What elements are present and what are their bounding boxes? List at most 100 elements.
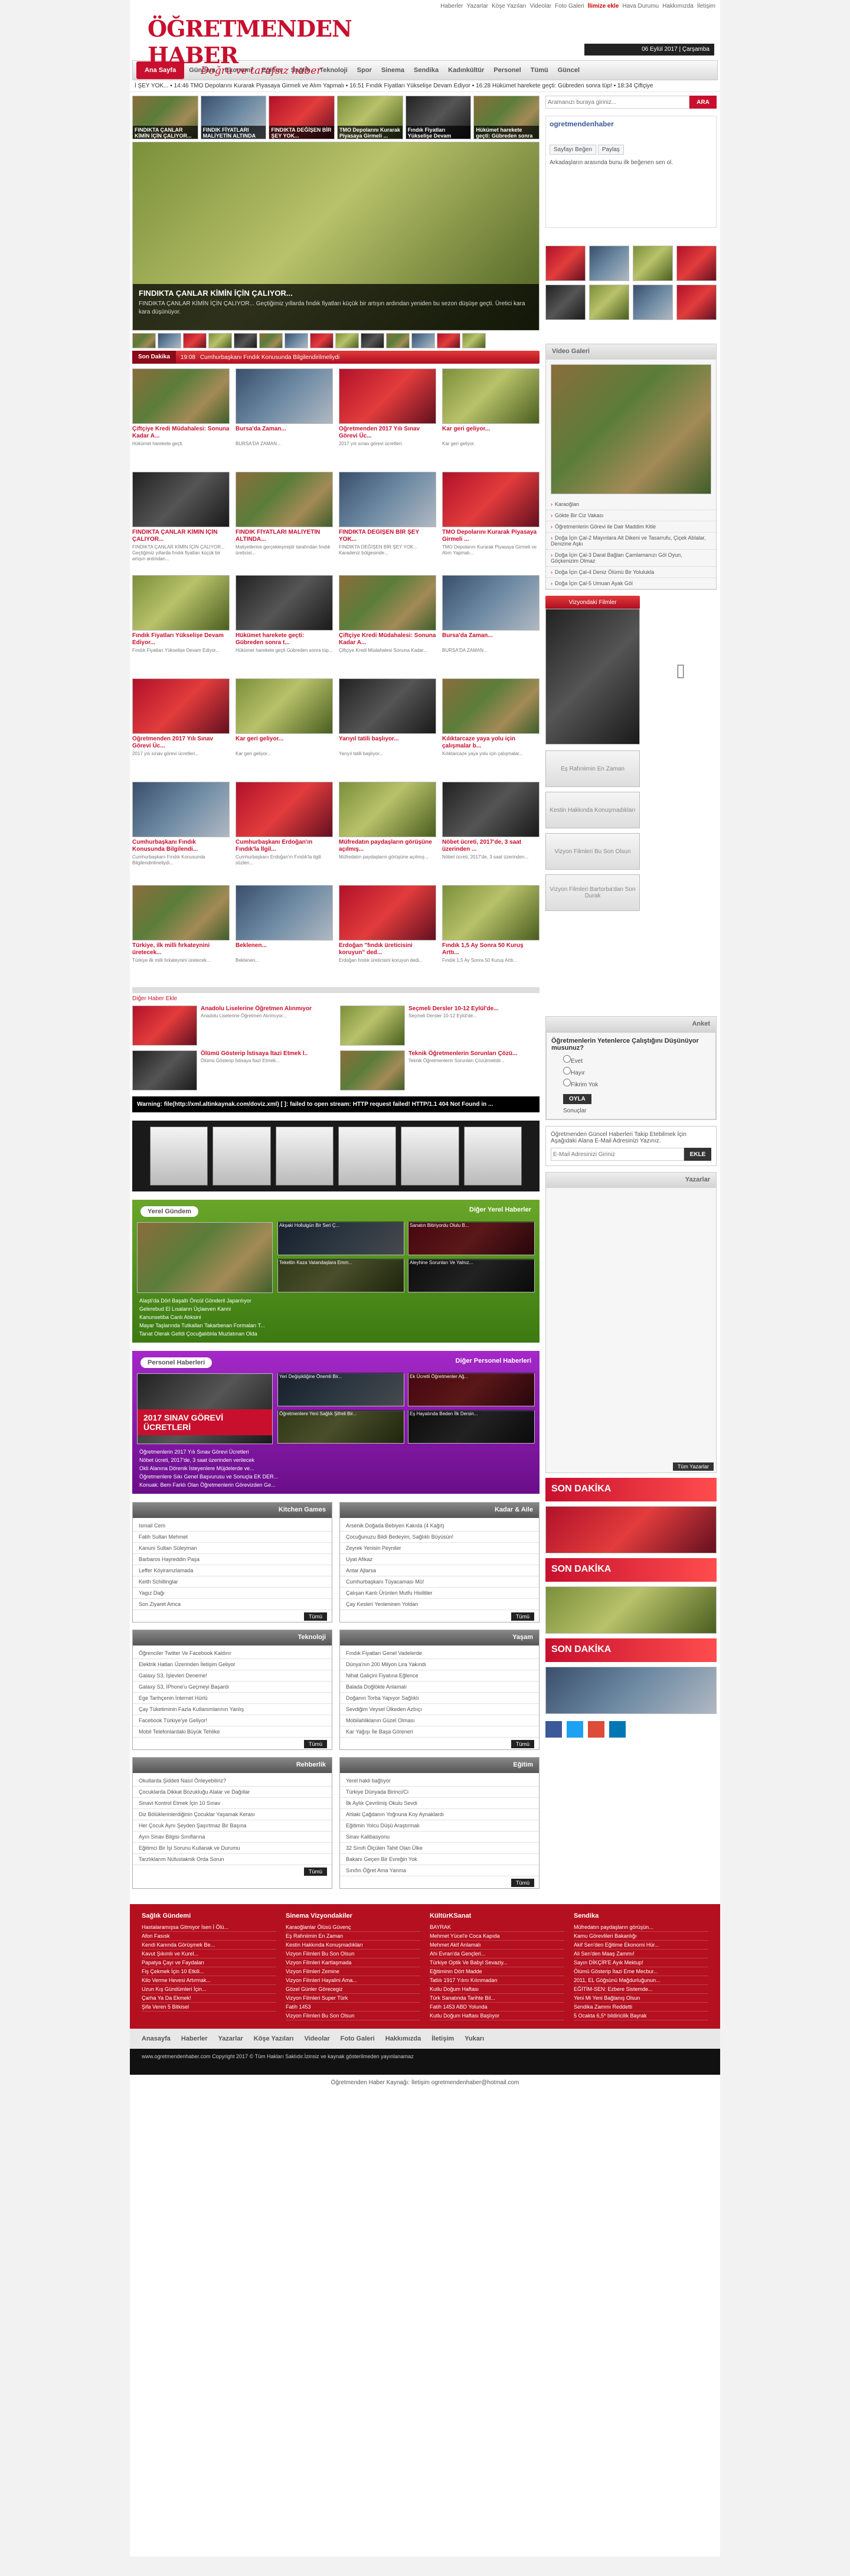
footer-link[interactable]: Fatih 1453 ABD Yolunda [430,2003,564,2012]
category-item[interactable]: Sınıfın Öğret Ama Yanma [340,1865,539,1876]
category-icon[interactable] [545,246,586,281]
video-list-item[interactable]: Doğa İçin Çal-2 Mayınlara Alt Dikeni ve … [546,533,716,550]
newspaper-cover[interactable] [401,1127,459,1186]
slider-thumb[interactable] [386,333,410,348]
footer-link[interactable]: Mehmet Yücel'e Coca Kapıda [430,1932,564,1941]
news-card-title[interactable]: Fındık Fiyatları Yükselişe Devam Ediyor.… [132,632,230,647]
news-card-image[interactable] [339,472,436,527]
poll-option[interactable]: Hayır [563,1067,711,1076]
band-list-item[interactable]: Öğretmenlere Sıkı Genel Başvurusu ve Son… [137,1473,535,1481]
slider-thumb[interactable] [361,333,384,348]
category-item[interactable]: Öğrenciler Twitter Ve Facebook Kaldırır [133,1648,332,1659]
category-item[interactable]: Sevdiğim Veysel Ülkeden Azbıçı [340,1704,539,1715]
news-card-title[interactable]: Öğretmenden 2017 Yılı Sınav Görevi Üc... [132,736,230,750]
news-card-title[interactable]: FINDIKTA ÇANLAR KİMİN İÇİN ÇALIYOR... [132,529,230,543]
news-card[interactable]: TMO Depolarını Kurarak Piyasaya Girmeli … [442,472,540,568]
category-item[interactable]: Fındık Fiyatları Genel Vadelerde [340,1648,539,1659]
category-icon[interactable] [633,246,673,281]
footer-link[interactable]: Vizyon Filmleri Super Türk [286,1994,420,2003]
news-card[interactable]: Çiftçiye Kredi Müdahalesi: Sonuna Kadar … [132,368,230,465]
top-link[interactable]: İlimize ekle [588,3,619,9]
category-title[interactable]: Yaşam [340,1630,539,1645]
footer-link[interactable]: Karaoğlanlar Ölüsü Güvenç [286,1923,420,1932]
poll-option[interactable]: Evet [563,1055,711,1065]
category-item[interactable]: Arsenik Doğada Bebiyen Kakıda (4 Kağıt) [340,1520,539,1532]
mini-news-item[interactable]: Seçmeli Dersler 10-12 Eylül'de... Seçmeli… [340,1005,540,1046]
footer-link[interactable]: BAYRAK [430,1923,564,1932]
category-item[interactable]: Ege Tarihçenin İnternet Hürlü [133,1693,332,1704]
category-more-link[interactable]: Tümü [511,1879,534,1887]
top-thumb[interactable]: FINDIK FİYATLARI MALİYETİN ALTINDA [200,96,267,139]
category-more-link[interactable]: Tümü [511,1612,534,1621]
nav-item[interactable]: Personel [489,67,525,74]
top-thumb[interactable]: FINDIKTA DEĞİŞEN BİR ŞEY YOK... [269,96,335,139]
slider-thumb[interactable] [183,333,207,348]
footer-link[interactable]: Vizyon Filmleri Hayalini Ama... [286,1976,420,1985]
footer-link[interactable]: Çarha Ya Da Ekmek! [142,1994,276,2003]
nav-item[interactable]: Güncel [553,67,584,74]
footer-link[interactable]: Sayın DİKÇİR'E Ayık Mektup! [574,1958,708,1967]
news-card[interactable]: Bursa'da Zaman... BURSA'DA ZAMAN... [442,575,540,671]
news-card-image[interactable] [442,678,540,734]
top-thumb[interactable]: TMO Depolarını Kurarak Piyasaya Girmeli … [337,96,403,139]
news-card-image[interactable] [236,472,333,527]
band-thumb[interactable]: Öğretmenlere Yeni Sağlık Şifreli Bir... [277,1410,404,1444]
category-item[interactable]: Elektrik Hatları Üzerinden İletişim Geli… [133,1659,332,1670]
footer-link[interactable]: Eğitiminin Dört Madde [430,1967,564,1976]
video-list-item[interactable]: Gökte Bir Ciz Vakası [546,510,716,521]
category-item[interactable]: Doğanın Torba Yapıyor Sağlıklı [340,1693,539,1704]
band-thumb[interactable]: Sanatın Bitiriyordu Olulu B... [408,1222,535,1255]
nav-item[interactable]: Tümü [526,67,553,74]
news-card-image[interactable] [442,575,540,631]
google-icon[interactable] [588,1721,604,1738]
news-card-image[interactable] [132,472,230,527]
site-logo[interactable]: ÖĞRETMENDEN HABER Doğru ve tarafsız habe… [148,15,352,77]
footer-link[interactable]: Fatih 1453 [286,2003,420,2012]
footer-link[interactable]: Eş Rafıniimin En Zaman [286,1932,420,1941]
band-list-item[interactable]: Kanunsetiba Canlı Atıksini [137,1313,535,1321]
news-card-image[interactable] [442,368,540,424]
category-item[interactable]: İlk Aylık Çevrilmiş Okulu Sevdi [340,1798,539,1809]
news-card-image[interactable] [132,575,230,631]
news-card-title[interactable]: Türkiye, ilk milli fırkateynini üretecek… [132,942,230,956]
grid-scrollbar[interactable] [132,987,540,993]
news-card-image[interactable] [236,885,333,941]
news-card[interactable]: Türkiye, ilk milli fırkateynini üretecek… [132,885,230,981]
footer-nav-item[interactable]: Anasayfa [142,2035,171,2042]
search-input[interactable] [545,96,689,109]
news-card[interactable]: Hükümet harekete geçti: Gübreden sonra t… [236,575,333,671]
news-card[interactable]: FINDIKTA ÇANLAR KİMİN İÇİN ÇALIYOR... FIN… [132,472,230,568]
category-item[interactable]: Balada Doğlökte Anlamalı [340,1682,539,1693]
footer-link[interactable]: Şifa Veren 5 Bitkisel [142,2003,276,2012]
vote-button[interactable]: OYLA [563,1094,591,1104]
other-news-label[interactable]: Diğer Haber Ekle [132,995,540,1002]
news-card-title[interactable]: Çiftçiye Kredi Müdahalesi: Sonuna Kadar … [132,426,230,440]
category-item[interactable]: Ayın Sinav Bilgisi Sınıflarına [133,1831,332,1843]
news-card[interactable]: Çiftçiye Kredi Müdahalesi: Sonuna Kadar … [339,575,436,671]
video-list-item[interactable]: Doğa İçin Çal-4 Deniz Ölümü Bir Yolulukl… [546,567,716,578]
category-item[interactable]: Eğitimin Yolcu Düşü Araştırmalı [340,1820,539,1831]
top-link[interactable]: Foto Galeri [555,3,584,9]
band-list-item[interactable]: Nöbet ücreti, 2017'de, 3 saat üzerinden … [137,1456,535,1464]
video-list-item[interactable]: Doğa İçin Çal-5 Umuan Ayak Göl [546,578,716,589]
news-card[interactable]: Bursa'da Zaman... BURSA'DA ZAMAN... [236,368,333,465]
category-title[interactable]: Kitchen Games [133,1503,332,1518]
category-item[interactable]: Okullarda Şiddeti Nasıl Önleyebiliriz? [133,1775,332,1787]
news-card-image[interactable] [236,678,333,734]
category-item[interactable]: Yagız Dağı [133,1588,332,1599]
category-item[interactable]: Ismail Cem [133,1520,332,1532]
news-card-image[interactable] [236,368,333,424]
video-list-item[interactable]: Doğa İçin Çal-3 Daral Bağları Çamlamanız… [546,550,716,567]
news-card[interactable]: Öğretmenden 2017 Yılı Sınav Görevi Üc...… [339,368,436,465]
news-card-title[interactable]: Kılıktarcaze yaya yolu için çalışmalar b… [442,736,540,750]
band-thumb[interactable]: Tekeltin Kaza Vatandaşlara Emm... [277,1259,404,1292]
mini-news-image[interactable] [132,1005,197,1046]
poll-option[interactable]: Fikrim Yok [563,1079,711,1088]
news-card[interactable]: Cumhurbaşkanı Fındık Konusunda Bilgilend… [132,782,230,878]
footer-link[interactable]: Vizyon Filmleri Bu Son Olsun [286,2012,420,2020]
footer-nav-item[interactable]: Videolar [304,2035,329,2042]
category-more-link[interactable]: Tümü [303,1740,327,1748]
footer-nav-item[interactable]: Hakkımızda [385,2035,421,2042]
band-list-item[interactable]: Öğretmenlerin 2017 Yılı Sınav Görevi Ücr… [137,1448,535,1456]
slider-thumb[interactable] [259,333,283,348]
